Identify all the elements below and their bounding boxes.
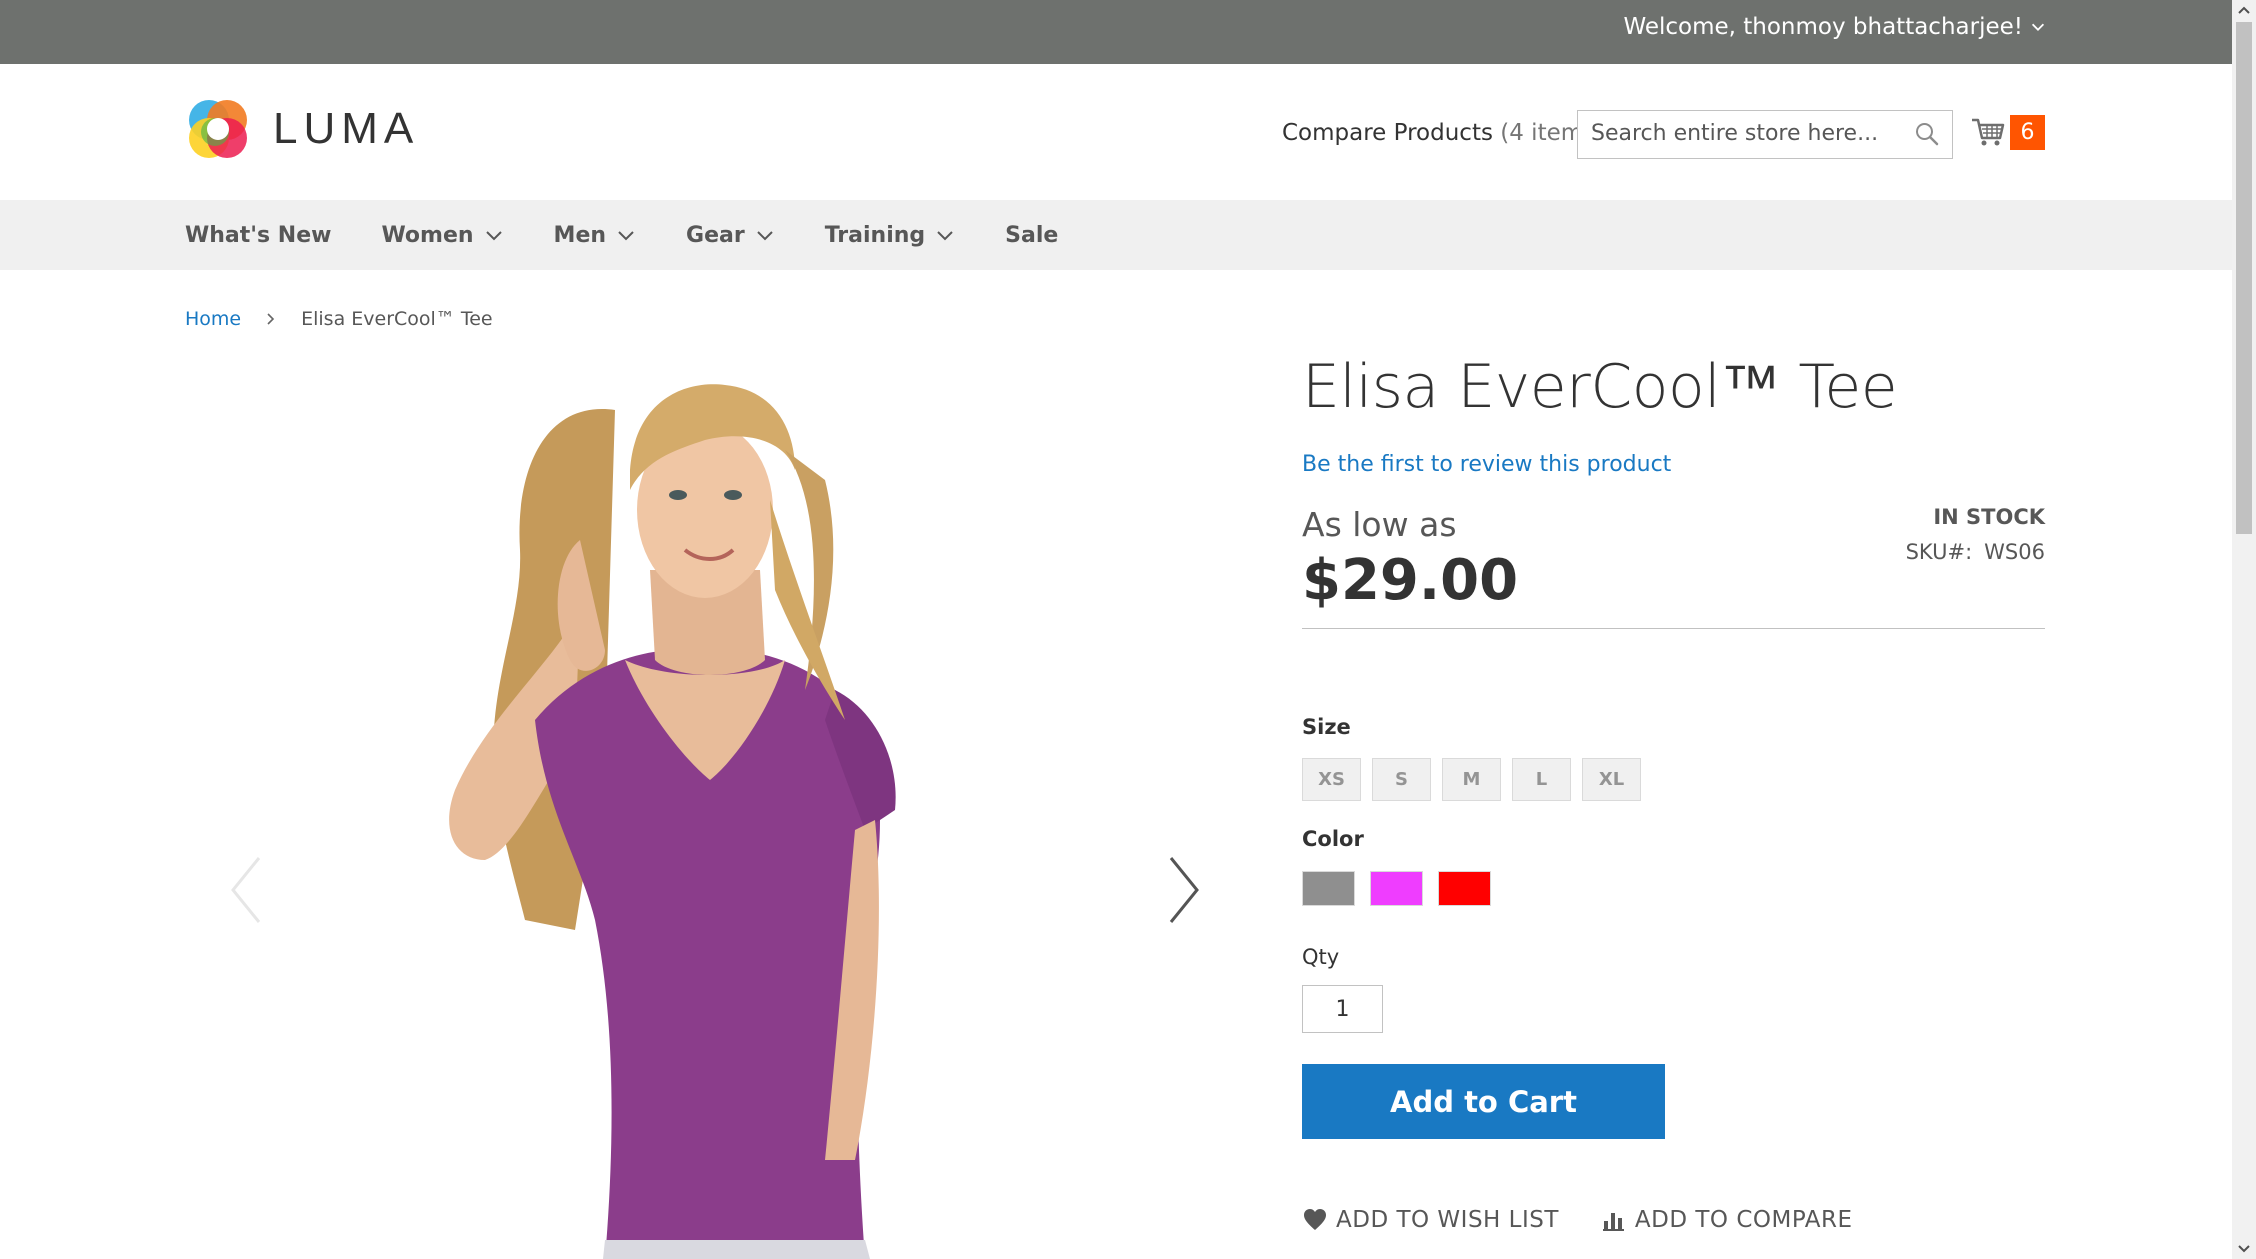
search-input[interactable] bbox=[1578, 111, 1888, 156]
welcome-text: Welcome, thonmoy bhattacharjee! bbox=[1623, 14, 2023, 40]
breadcrumb-current: Elisa EverCool™ Tee bbox=[301, 308, 493, 330]
search-icon[interactable] bbox=[1914, 121, 1940, 147]
nav-item-what-s-new[interactable]: What's New bbox=[185, 223, 331, 248]
main-navigation: What's New Women Men Gear Training Sale bbox=[0, 200, 2232, 270]
size-option-l[interactable]: L bbox=[1512, 758, 1571, 801]
customer-menu-toggle[interactable]: Welcome, thonmoy bhattacharjee! bbox=[1623, 14, 2047, 40]
nav-item-men[interactable]: Men bbox=[554, 223, 636, 248]
color-swatch-red[interactable] bbox=[1438, 871, 1491, 906]
nav-item-label: Women bbox=[381, 222, 474, 248]
product-price: $29.00 bbox=[1302, 548, 1519, 613]
size-option-xl[interactable]: XL bbox=[1582, 758, 1641, 801]
breadcrumb: Home Elisa EverCool™ Tee bbox=[185, 308, 493, 330]
product-actions: ADD TO WISH LIST ADD TO COMPARE bbox=[1302, 1207, 1895, 1233]
nav-item-label: Men bbox=[553, 222, 607, 248]
price-prefix: As low as bbox=[1302, 505, 1457, 544]
nav-item-gear[interactable]: Gear bbox=[686, 223, 775, 248]
first-review-link[interactable]: Be the first to review this product bbox=[1302, 452, 1671, 477]
size-option-s[interactable]: S bbox=[1372, 758, 1431, 801]
scrollbar-thumb[interactable] bbox=[2236, 22, 2252, 534]
minicart-button[interactable]: 6 bbox=[1970, 114, 2045, 150]
color-swatch-purple[interactable] bbox=[1370, 871, 1423, 906]
logo-text: LUMA bbox=[273, 104, 420, 153]
cart-count-badge: 6 bbox=[2010, 114, 2045, 150]
nav-menu: What's New Women Men Gear Training Sale bbox=[185, 200, 1108, 270]
compare-label: Compare Products bbox=[1282, 120, 1493, 146]
chevron-down-icon bbox=[757, 231, 773, 241]
qty-input[interactable] bbox=[1302, 985, 1383, 1033]
compare-label: ADD TO COMPARE bbox=[1634, 1207, 1853, 1233]
search-box bbox=[1577, 110, 1953, 159]
size-label: Size bbox=[1302, 715, 1351, 739]
breadcrumb-home-link[interactable]: Home bbox=[185, 308, 241, 330]
gallery-prev-arrow-icon[interactable] bbox=[225, 850, 265, 930]
chevron-right-icon bbox=[267, 313, 275, 325]
nav-item-label: What's New bbox=[185, 222, 332, 248]
chevron-down-icon bbox=[937, 231, 953, 241]
qty-label: Qty bbox=[1302, 945, 1340, 969]
nav-item-label: Sale bbox=[1005, 222, 1059, 248]
scroll-up-arrow-icon[interactable] bbox=[2232, 0, 2256, 20]
heart-icon bbox=[1304, 1209, 1326, 1230]
chevron-down-icon bbox=[485, 231, 502, 241]
top-bar: Welcome, thonmoy bhattacharjee! bbox=[0, 0, 2232, 64]
compare-products-link[interactable]: Compare Products (4 items) bbox=[1282, 120, 1604, 146]
luma-logo[interactable]: LUMA bbox=[185, 96, 419, 162]
chevron-down-icon bbox=[2031, 23, 2045, 31]
size-option-m[interactable]: M bbox=[1442, 758, 1501, 801]
product-title: Elisa EverCool™ Tee bbox=[1302, 352, 1898, 422]
add-to-cart-button[interactable]: Add to Cart bbox=[1302, 1064, 1665, 1139]
nav-item-sale[interactable]: Sale bbox=[1005, 223, 1058, 248]
luma-logo-icon bbox=[189, 100, 247, 158]
size-option-xs[interactable]: XS bbox=[1302, 758, 1361, 801]
product-image bbox=[449, 384, 896, 1259]
chevron-down-icon bbox=[618, 231, 634, 241]
nav-item-training[interactable]: Training bbox=[825, 223, 955, 248]
sku: SKU#: WS06 bbox=[1906, 540, 2045, 564]
color-options bbox=[1302, 871, 1491, 906]
bar-chart-icon bbox=[1602, 1213, 1624, 1231]
color-swatch-gray[interactable] bbox=[1302, 871, 1355, 906]
nav-item-label: Training bbox=[824, 222, 926, 248]
sku-label: SKU#: bbox=[1905, 540, 1973, 564]
price-divider bbox=[1302, 628, 2045, 629]
gallery-next-arrow-icon[interactable] bbox=[1165, 850, 1205, 930]
add-to-wishlist-link[interactable]: ADD TO WISH LIST bbox=[1302, 1207, 1559, 1233]
color-label: Color bbox=[1302, 827, 1364, 851]
nav-item-label: Gear bbox=[686, 222, 745, 248]
wishlist-label: ADD TO WISH LIST bbox=[1336, 1207, 1559, 1233]
product-gallery[interactable] bbox=[185, 360, 1235, 1259]
stock-status: IN STOCK bbox=[1933, 505, 2045, 529]
site-header: LUMA Compare Products (4 items) 6 bbox=[0, 64, 2232, 200]
nav-item-women[interactable]: Women bbox=[381, 223, 503, 248]
page-scrollbar[interactable] bbox=[2232, 0, 2256, 1259]
sku-value: WS06 bbox=[1984, 540, 2045, 564]
size-options: XS S M L XL bbox=[1302, 758, 1641, 801]
scroll-down-arrow-icon[interactable] bbox=[2232, 1239, 2256, 1259]
add-to-compare-link[interactable]: ADD TO COMPARE bbox=[1601, 1207, 1853, 1233]
shopping-cart-icon bbox=[1972, 118, 2005, 146]
